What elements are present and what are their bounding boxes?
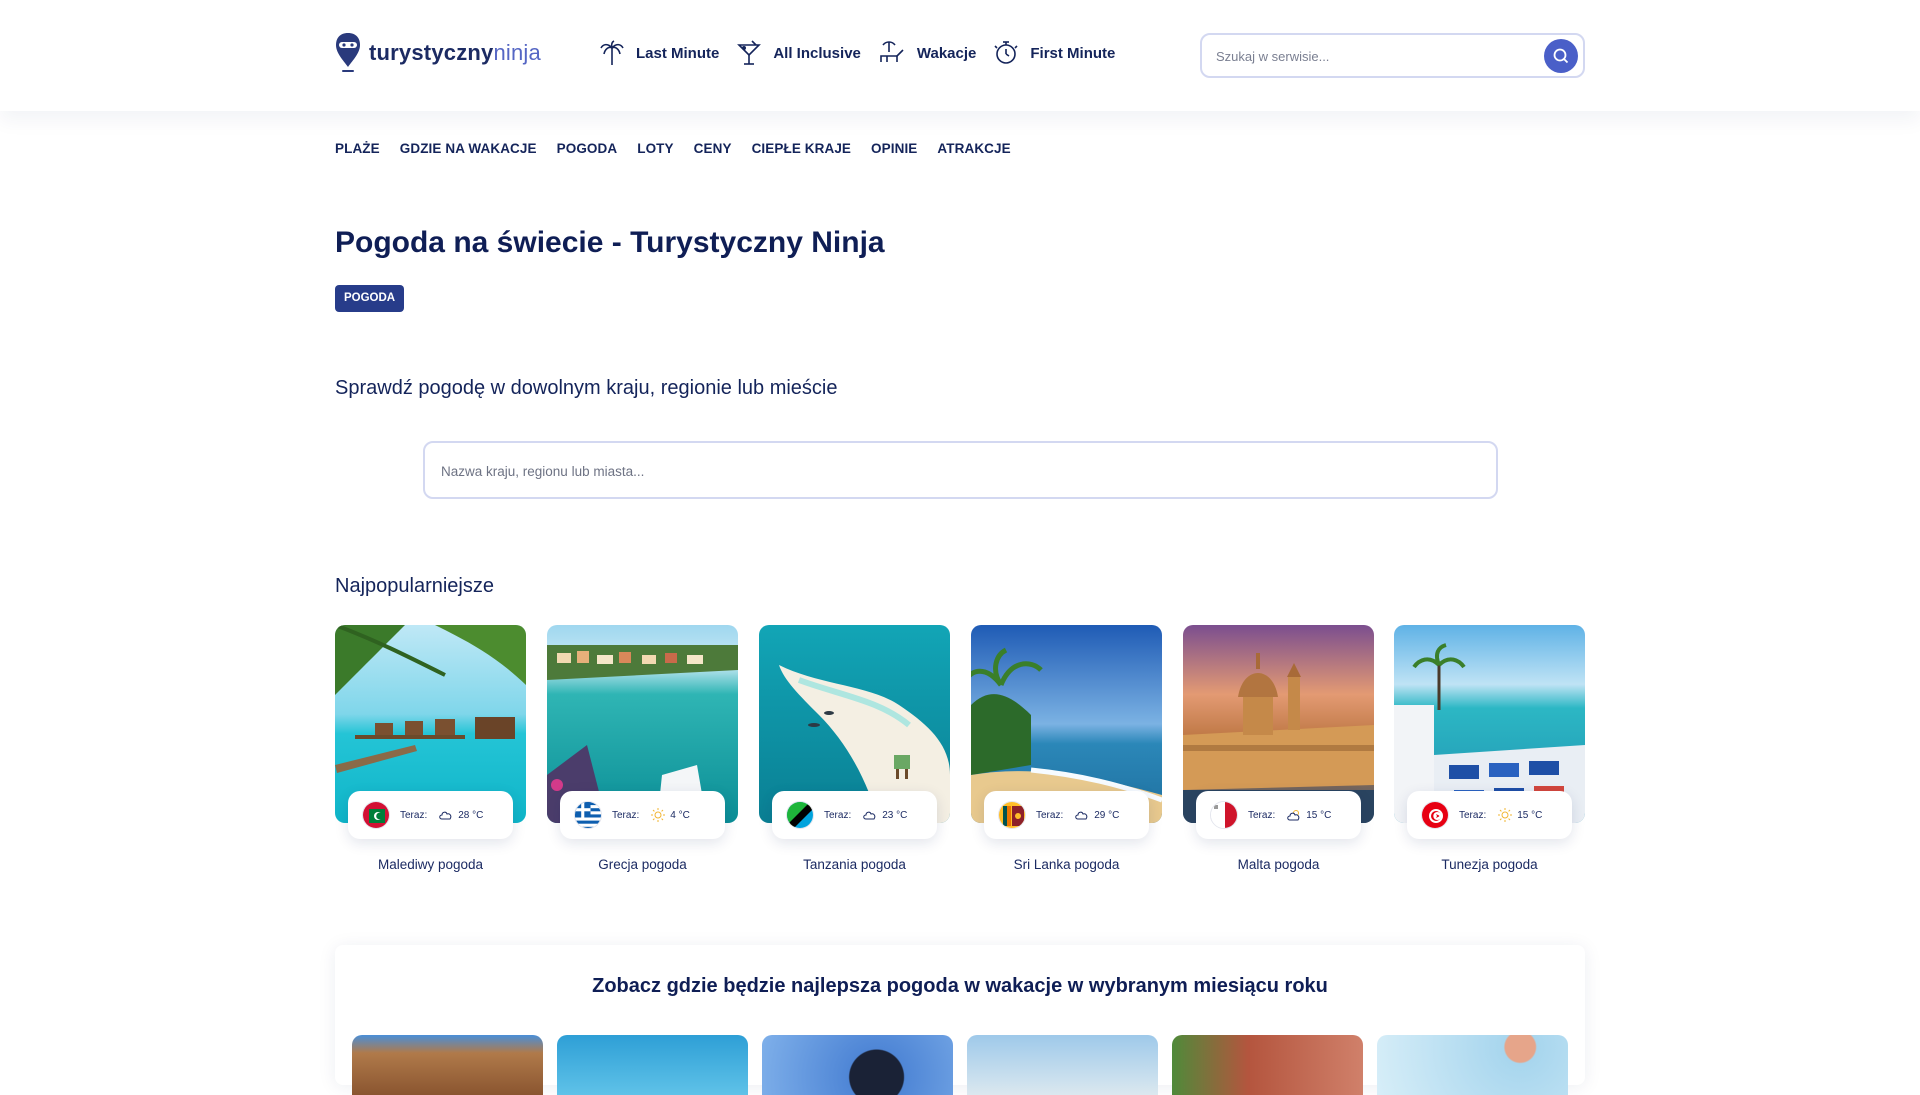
destination-caption[interactable]: Sri Lanka pogoda	[971, 857, 1162, 872]
temperature: 23 °C	[882, 809, 908, 821]
destination-card[interactable]: Teraz: 28 °C Malediwy pogoda	[335, 625, 526, 875]
nav-label: All Inclusive	[773, 44, 861, 62]
destination-card[interactable]: Teraz: 29 °C Sri Lanka pogoda	[971, 625, 1162, 875]
category-link-cieple-kraje[interactable]: CIEPŁE KRAJE	[752, 141, 851, 156]
destination-caption[interactable]: Tanzania pogoda	[759, 857, 950, 872]
category-link-opinie[interactable]: OPINIE	[871, 141, 917, 156]
popular-destinations: Teraz: 28 °C Malediwy pogoda Teraz: 4 °C…	[335, 625, 1585, 875]
site-header: turystycznyninja Last Minute All Inclusi…	[0, 0, 1920, 111]
category-link-atrakcje[interactable]: ATRAKCJE	[937, 141, 1010, 156]
month-thumbnail[interactable]	[352, 1035, 543, 1095]
destination-card[interactable]: Teraz: 15 °C Malta pogoda	[1183, 625, 1374, 875]
page-title: Pogoda na świecie - Turystyczny Ninja	[335, 226, 885, 259]
temperature: 15 °C	[1306, 809, 1332, 821]
now-label: Teraz:	[824, 809, 852, 821]
sri-lanka-flag-icon	[998, 801, 1026, 829]
sun-icon	[651, 808, 666, 822]
category-link-plaze[interactable]: PLAŻE	[335, 141, 380, 156]
category-nav: PLAŻE GDZIE NA WAKACJE POGODA LOTY CENY …	[335, 141, 1031, 156]
destination-card[interactable]: Teraz: 15 °C Tunezja pogoda	[1394, 625, 1585, 875]
category-link-loty[interactable]: LOTY	[637, 141, 673, 156]
month-thumbnail[interactable]	[967, 1035, 1158, 1095]
cloud-icon	[1075, 810, 1089, 820]
best-weather-by-month: Zobacz gdzie będzie najlepsza pogoda w w…	[335, 945, 1585, 1095]
temperature: 15 °C	[1517, 809, 1543, 821]
now-label: Teraz:	[1248, 809, 1276, 821]
destination-caption[interactable]: Tunezja pogoda	[1394, 857, 1585, 872]
site-logo[interactable]: turystycznyninja	[335, 32, 541, 74]
nav-last-minute[interactable]: Last Minute	[600, 40, 719, 66]
month-thumbnail[interactable]	[1377, 1035, 1568, 1095]
malta-flag-icon	[1210, 801, 1238, 829]
maldives-flag-icon	[362, 801, 390, 829]
nav-label: Last Minute	[636, 44, 720, 62]
site-search-input[interactable]	[1216, 46, 1536, 66]
category-link-pogoda[interactable]: POGODA	[557, 141, 618, 156]
ninja-pin-icon	[336, 33, 360, 72]
site-search	[1200, 33, 1585, 78]
search-icon	[1553, 48, 1569, 64]
logo-accent: ninja	[493, 40, 541, 65]
weather-search	[423, 441, 1498, 499]
destination-card[interactable]: Teraz: 23 °C Tanzania pogoda	[759, 625, 950, 875]
weather-badge: Teraz: 15 °C	[1407, 791, 1572, 839]
weather-badge: Teraz: 23 °C	[772, 791, 937, 839]
sun-icon	[1498, 808, 1513, 822]
now-label: Teraz:	[612, 809, 640, 821]
temperature: 28 °C	[458, 809, 484, 821]
destination-card[interactable]: Teraz: 4 °C Grecja pogoda	[547, 625, 738, 875]
top-nav: Last Minute All Inclusive Wakacje First …	[600, 40, 1133, 66]
weather-search-input[interactable]	[441, 461, 1441, 481]
search-intro: Sprawdź pogodę w dowolnym kraju, regioni…	[335, 377, 838, 399]
tunisia-flag-icon	[1421, 801, 1449, 829]
now-label: Teraz:	[1459, 809, 1487, 821]
cloud-icon	[439, 810, 453, 820]
nav-first-minute[interactable]: First Minute	[994, 40, 1115, 66]
site-search-button[interactable]	[1544, 39, 1578, 73]
category-link-gdzie-na-wakacje[interactable]: GDZIE NA WAKACJE	[400, 141, 537, 156]
month-thumbnail[interactable]	[557, 1035, 748, 1095]
destination-caption[interactable]: Malediwy pogoda	[335, 857, 526, 872]
nav-label: First Minute	[1030, 44, 1116, 62]
cloud-icon	[863, 810, 877, 820]
temperature: 29 °C	[1094, 809, 1120, 821]
stopwatch-icon	[994, 41, 1018, 64]
nav-label: Wakacje	[916, 44, 977, 62]
now-label: Teraz:	[400, 809, 428, 821]
months-title: Zobacz gdzie będzie najlepsza pogoda w w…	[592, 975, 1328, 997]
greece-flag-icon	[574, 801, 602, 829]
nav-all-inclusive[interactable]: All Inclusive	[737, 40, 861, 66]
tanzania-flag-icon	[786, 801, 814, 829]
nav-wakacje[interactable]: Wakacje	[879, 40, 976, 66]
weather-badge: Teraz: 28 °C	[348, 791, 513, 839]
logo-main: turystyczny	[369, 40, 494, 65]
sun-cloud-icon	[1287, 809, 1301, 821]
category-link-ceny[interactable]: CENY	[694, 141, 732, 156]
logo-text: turystycznyninja	[369, 40, 541, 66]
sunbed-icon	[880, 41, 904, 62]
popular-heading: Najpopularniejsze	[335, 575, 494, 597]
month-thumbnail[interactable]	[762, 1035, 953, 1095]
category-tag[interactable]: POGODA	[335, 285, 405, 312]
temperature: 4 °C	[670, 809, 690, 821]
weather-badge: Teraz: 4 °C	[560, 791, 725, 839]
palm-tree-icon	[600, 40, 624, 65]
destination-caption[interactable]: Grecja pogoda	[547, 857, 738, 872]
now-label: Teraz:	[1036, 809, 1064, 821]
destination-caption[interactable]: Malta pogoda	[1183, 857, 1374, 872]
weather-badge: Teraz: 29 °C	[984, 791, 1149, 839]
cocktail-icon	[737, 40, 762, 65]
weather-badge: Teraz: 15 °C	[1196, 791, 1361, 839]
month-thumbnail[interactable]	[1172, 1035, 1363, 1095]
